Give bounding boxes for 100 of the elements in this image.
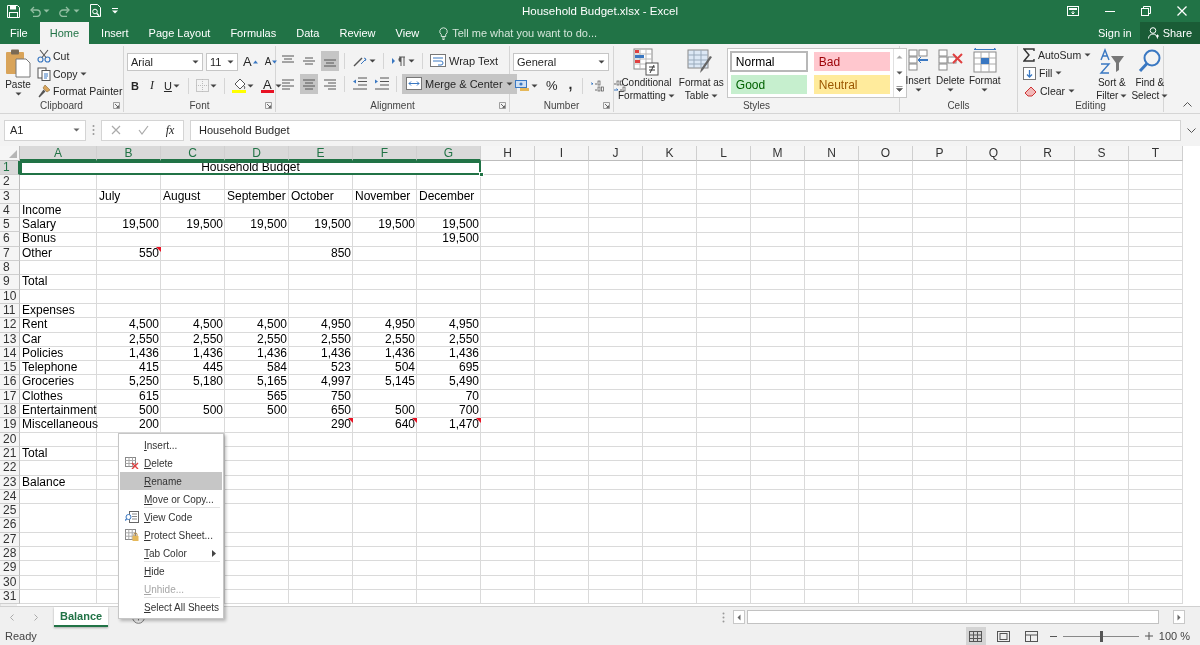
zoom-in-icon[interactable] xyxy=(1144,632,1153,640)
align-bottom-button[interactable] xyxy=(321,50,339,71)
column-header[interactable]: P xyxy=(913,146,967,161)
dialog-launcher-icon[interactable] xyxy=(499,102,506,109)
grow-font-button[interactable]: A xyxy=(241,52,260,71)
scrollbar-thumb[interactable] xyxy=(747,610,1159,624)
row-header[interactable]: 19 xyxy=(0,418,20,433)
dialog-launcher-icon[interactable] xyxy=(113,102,120,109)
menu-item[interactable]: Delete xyxy=(120,454,222,472)
cell-style-option[interactable]: Bad xyxy=(813,52,890,71)
ribbon-tab[interactable]: Insert xyxy=(91,22,139,44)
menu-item[interactable]: Rename xyxy=(120,472,222,490)
row-header[interactable]: 2 xyxy=(0,175,20,190)
scroll-right-icon[interactable] xyxy=(1177,613,1181,621)
column-header[interactable]: Q xyxy=(967,146,1021,161)
undo-icon[interactable] xyxy=(29,5,41,17)
normal-view-button[interactable] xyxy=(965,627,986,645)
row-header[interactable]: 22 xyxy=(0,461,20,476)
dialog-launcher-icon[interactable] xyxy=(603,102,610,109)
column-header[interactable]: F xyxy=(353,146,417,161)
check-icon[interactable] xyxy=(137,125,149,135)
row-header[interactable]: 5 xyxy=(0,218,20,233)
column-header[interactable]: E xyxy=(289,146,353,161)
share-button[interactable]: Share xyxy=(1139,22,1200,44)
fill-handle[interactable] xyxy=(479,172,484,178)
cell-style-option[interactable]: Neutral xyxy=(813,75,890,94)
ribbon-tab[interactable]: Home xyxy=(39,22,90,44)
name-box[interactable]: A1 xyxy=(4,119,86,141)
save-icon[interactable] xyxy=(7,4,20,18)
column-header[interactable]: R xyxy=(1021,146,1075,161)
wrap-text-button[interactable]: Wrap Text xyxy=(428,51,501,70)
number-format-field[interactable]: General xyxy=(513,52,609,71)
fill-color-button[interactable] xyxy=(229,76,256,95)
row-header[interactable]: 9 xyxy=(0,275,20,290)
shrink-font-button[interactable]: A xyxy=(262,52,280,71)
insert-function-button[interactable]: fx xyxy=(165,122,175,138)
bold-button[interactable]: B xyxy=(127,76,143,95)
zoom-level[interactable]: 100 % xyxy=(1158,630,1190,642)
menu-item[interactable]: Protect Sheet... xyxy=(120,526,222,544)
menu-item[interactable]: Insert... xyxy=(120,436,222,454)
column-header[interactable]: B xyxy=(97,146,161,161)
ribbon-tab[interactable]: File xyxy=(0,22,38,44)
align-center-button[interactable] xyxy=(300,73,318,94)
conditional-formatting-button[interactable]: Conditional Formatting xyxy=(617,46,676,99)
customize-icon[interactable] xyxy=(111,8,119,14)
cell-style-option[interactable]: Good xyxy=(730,75,807,94)
horizontal-scrollbar[interactable] xyxy=(733,607,1185,627)
format-painter-button[interactable]: Format Painter xyxy=(35,83,125,99)
italic-button[interactable]: I xyxy=(145,76,158,95)
more-icon[interactable] xyxy=(896,86,904,92)
column-header[interactable]: D xyxy=(225,146,289,161)
increase-indent-button[interactable] xyxy=(372,74,391,93)
column-header[interactable]: K xyxy=(643,146,697,161)
column-header[interactable]: I xyxy=(535,146,589,161)
column-header[interactable]: A xyxy=(20,146,97,161)
paste-button[interactable]: Paste xyxy=(3,46,33,99)
row-header[interactable]: 28 xyxy=(0,547,20,562)
tell-me-field[interactable]: Tell me what you want to do... xyxy=(452,27,653,39)
decrease-indent-button[interactable] xyxy=(350,74,369,93)
row-header[interactable]: 26 xyxy=(0,518,20,533)
sort-filter-button[interactable]: Sort & Filter xyxy=(1095,46,1129,99)
column-header[interactable]: M xyxy=(751,146,805,161)
font-color-button[interactable]: A xyxy=(258,76,284,95)
comma-button[interactable]: , xyxy=(563,76,578,95)
restore-icon[interactable] xyxy=(1141,6,1151,16)
menu-item[interactable]: Select All Sheets xyxy=(120,598,222,616)
menu-item[interactable]: Hide xyxy=(120,562,222,580)
column-header[interactable]: O xyxy=(859,146,913,161)
ribbon-tab[interactable]: Data xyxy=(286,22,330,44)
percent-button[interactable]: % xyxy=(543,76,561,95)
dialog-launcher-icon[interactable] xyxy=(265,102,272,109)
row-header[interactable]: 12 xyxy=(0,318,20,333)
zoom-out-icon[interactable] xyxy=(1049,634,1057,638)
cell-grid[interactable] xyxy=(0,146,1183,605)
menu-item[interactable]: View Code xyxy=(120,508,222,526)
autosum-button[interactable]: AutoSum xyxy=(1021,47,1094,64)
column-header[interactable]: N xyxy=(805,146,859,161)
collapse-ribbon-icon[interactable] xyxy=(1183,102,1192,107)
column-header[interactable]: L xyxy=(697,146,751,161)
format-cells-button[interactable]: Format xyxy=(967,46,1002,99)
row-header[interactable]: 8 xyxy=(0,261,20,276)
sheet-tab[interactable]: Balance xyxy=(54,607,109,627)
column-header[interactable]: H xyxy=(481,146,535,161)
print-preview-icon[interactable] xyxy=(89,4,102,18)
merge-center-button[interactable]: Merge & Center xyxy=(402,73,517,94)
expand-icon[interactable] xyxy=(1187,127,1196,133)
redo-icon[interactable] xyxy=(59,5,71,17)
column-header[interactable]: J xyxy=(589,146,643,161)
ribbon-tab[interactable]: Page Layout xyxy=(138,22,221,44)
column-header[interactable]: S xyxy=(1075,146,1129,161)
row-header[interactable]: 6 xyxy=(0,232,20,247)
row-header[interactable]: 1 xyxy=(0,161,20,176)
row-header[interactable]: 15 xyxy=(0,361,20,376)
formula-input-field[interactable]: Household Budget xyxy=(190,119,1181,141)
column-header[interactable]: G xyxy=(417,146,481,161)
find-select-button[interactable]: Find & Select xyxy=(1130,46,1170,99)
insert-cells-button[interactable]: Insert xyxy=(903,46,933,99)
column-header[interactable]: T xyxy=(1129,146,1183,161)
font-name-field[interactable]: Arial xyxy=(127,52,203,71)
ribbon-tab[interactable]: View xyxy=(385,22,430,44)
